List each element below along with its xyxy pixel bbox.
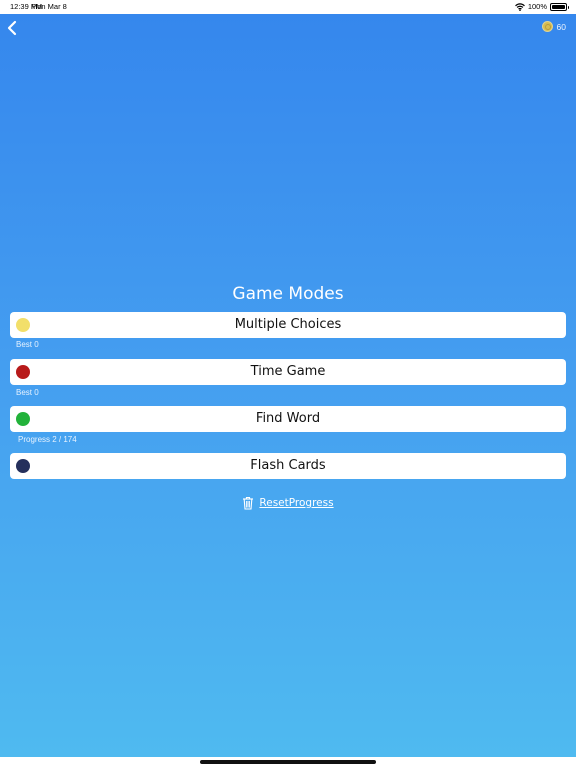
page-title: Game Modes [232,284,344,304]
reset-progress-label: ResetProgress [259,497,334,509]
mode-progress: Progress 2 / 174 [18,435,77,444]
coin-counter: 60 [541,21,566,32]
home-indicator-area [0,757,576,768]
reset-progress-button[interactable]: ResetProgress [0,496,576,510]
status-bar: 12:39 PM Mon Mar 8 100% [0,0,576,14]
mode-label: Time Game [250,364,326,379]
mode-card-flash-cards[interactable]: Flash Cards [10,453,566,479]
trash-icon [242,496,254,510]
mode-card-multiple-choices[interactable]: Multiple Choices [10,312,566,338]
game-modes-screen: 60 Game Modes Multiple Choices Best 0 Ti… [0,14,576,757]
back-button[interactable] [4,18,22,38]
coin-count: 60 [556,21,566,32]
coin-icon [541,21,553,32]
wifi-icon [514,2,525,11]
status-date: Mon Mar 8 [31,2,67,11]
battery-icon [550,2,569,11]
mode-label: Find Word [255,411,321,426]
mode-card-time-game[interactable]: Time Game [10,359,566,385]
battery-percent: 100% [527,2,547,11]
home-indicator[interactable] [200,760,376,764]
mode-best-score: Best 0 [16,388,39,397]
battery-fill [552,4,565,9]
status-right: 100% [514,2,569,11]
mode-label: Flash Cards [250,458,326,473]
mode-label: Multiple Choices [234,317,342,332]
mode-best-score: Best 0 [16,340,39,349]
chevron-left-icon [7,20,17,36]
mode-card-find-word[interactable]: Find Word [10,406,566,432]
